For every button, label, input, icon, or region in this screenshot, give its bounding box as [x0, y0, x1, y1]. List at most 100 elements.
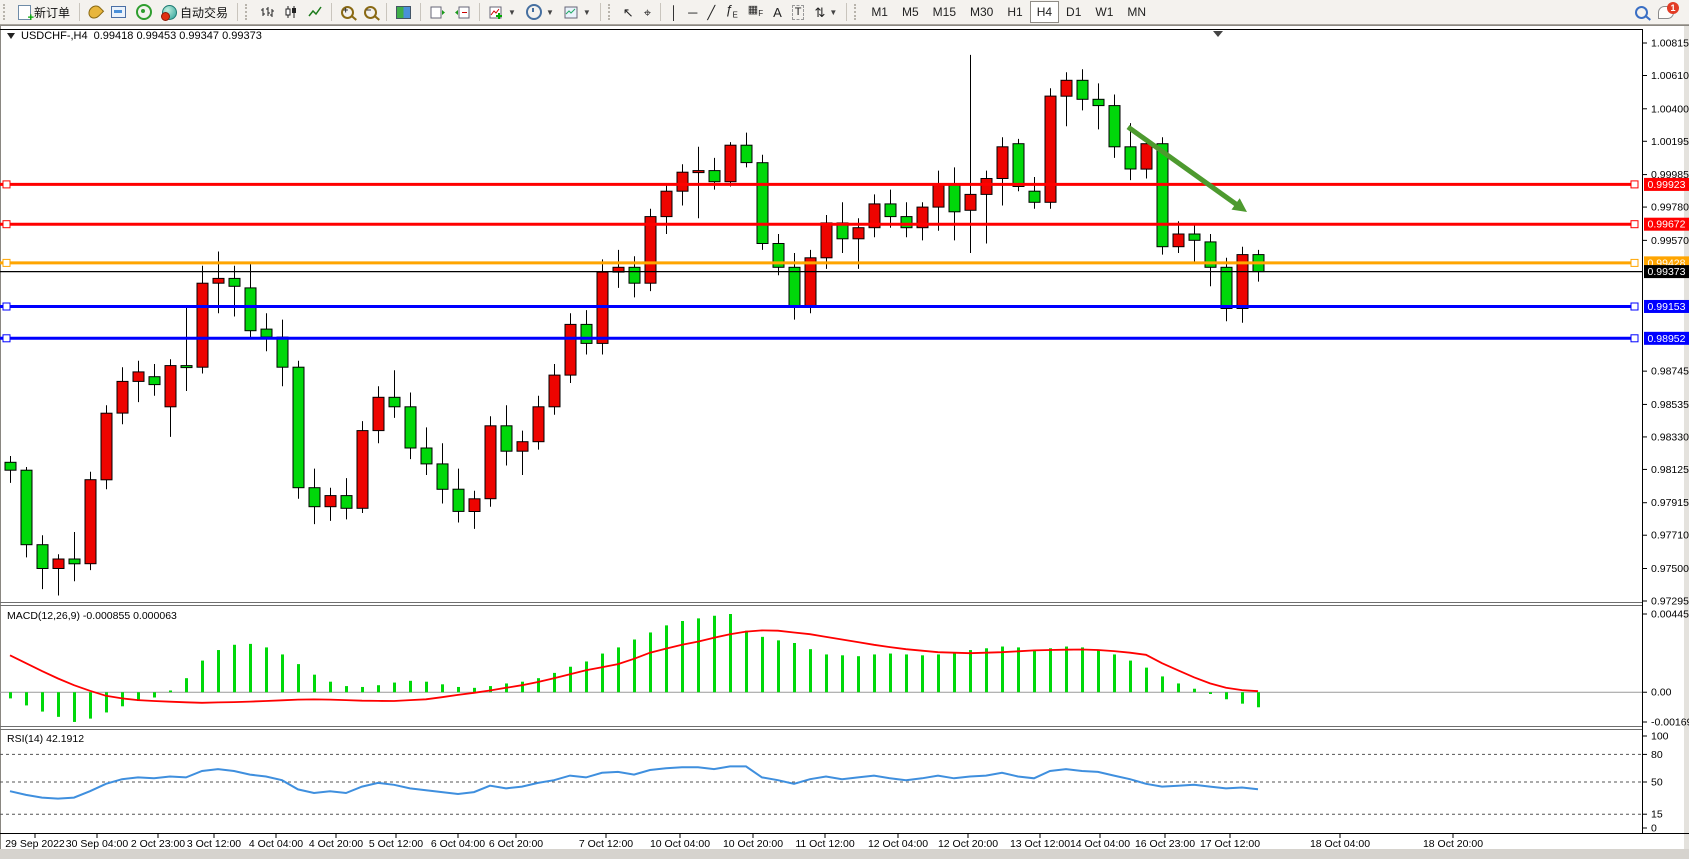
hline-handle[interactable] [3, 181, 10, 188]
dropdown-arrow-icon: ▼ [508, 8, 516, 17]
hline-handle[interactable] [3, 303, 10, 310]
timeframe-button-W1[interactable]: W1 [1088, 1, 1120, 23]
tile-windows-button[interactable] [391, 1, 416, 23]
price-axis-label: 0.97915 [1651, 497, 1689, 509]
dropdown-arrow-icon: ▼ [829, 8, 837, 17]
candle [437, 464, 448, 489]
chart-canvas[interactable]: 1.008151.006101.004001.001950.999850.997… [0, 0, 1689, 859]
price-axis-label: 1.00400 [1651, 103, 1689, 115]
price-axis-label: 1.00610 [1651, 70, 1689, 82]
candle [117, 381, 128, 413]
hline-handle[interactable] [1631, 181, 1638, 188]
horizontal-line-tool-button[interactable]: ─ [683, 1, 702, 23]
timeframe-button-M15[interactable]: M15 [926, 1, 963, 23]
indicators-button[interactable]: ▼ [484, 1, 521, 23]
horizontal-line-icon: ─ [688, 6, 697, 19]
candle [1029, 191, 1040, 202]
toolbar-grip[interactable] [608, 4, 614, 20]
cursor-tool-button[interactable]: ↖ [618, 1, 639, 23]
market-watch-button[interactable] [106, 1, 131, 23]
trendline-tool-button[interactable]: ╱ [702, 1, 720, 23]
rsi-indicator-label: RSI(14) 42.1912 [7, 733, 84, 745]
price-axis-label: 0.97295 [1651, 596, 1689, 608]
rsi-axis-label: 80 [1651, 749, 1663, 761]
new-order-button[interactable]: 新订单 [13, 1, 75, 23]
price-axis-label: 0.97500 [1651, 563, 1689, 575]
templates-button[interactable]: ▼ [559, 1, 596, 23]
chart-menu-icon[interactable] [7, 33, 15, 39]
candle [821, 223, 832, 258]
candle [485, 426, 496, 499]
time-axis-label: 10 Oct 20:00 [723, 838, 783, 850]
crosshair-tool-button[interactable]: ⌖ [639, 1, 656, 23]
grid-tool-button[interactable]: ▦F [743, 1, 768, 23]
vertical-line-tool-button[interactable]: │ [665, 1, 683, 23]
arrows-tool-button[interactable]: ⇅▼ [809, 1, 842, 23]
candle [965, 194, 976, 210]
time-axis-label: 5 Oct 12:00 [369, 838, 423, 850]
candle [1109, 106, 1120, 147]
fibonacci-tool-button[interactable]: ƒE [720, 1, 743, 23]
hline-handle[interactable] [3, 221, 10, 228]
candle [293, 367, 304, 488]
time-axis-label: 11 Oct 12:00 [795, 838, 855, 850]
notifications-button[interactable]: 1 [1653, 1, 1679, 23]
zoom-in-button[interactable]: + [336, 1, 359, 23]
timeframe-button-M30[interactable]: M30 [963, 1, 1000, 23]
lighter-button[interactable] [84, 1, 106, 23]
candle [661, 191, 672, 216]
signals-button[interactable] [131, 1, 157, 23]
time-axis-label: 12 Oct 20:00 [938, 838, 998, 850]
rsi-name: RSI(14) [7, 733, 43, 745]
time-axis-label: 10 Oct 04:00 [650, 838, 710, 850]
text-label-tool-button[interactable]: T [787, 1, 810, 23]
candle [5, 462, 16, 470]
candle [1173, 234, 1184, 247]
search-button[interactable] [1630, 1, 1653, 23]
timeframe-group: M1M5M15M30H1H4D1W1MN [864, 1, 1153, 23]
candle [1141, 144, 1152, 169]
candle [373, 397, 384, 430]
bar-chart-button[interactable] [255, 1, 279, 23]
line-chart-button[interactable] [303, 1, 327, 23]
text-tool-button[interactable]: A [768, 1, 787, 23]
time-axis-label: 18 Oct 20:00 [1423, 838, 1483, 850]
hline-handle[interactable] [1631, 221, 1638, 228]
candle [405, 407, 416, 448]
notification-badge: 1 [1667, 2, 1679, 14]
separator [846, 3, 847, 21]
timeframe-button-D1[interactable]: D1 [1059, 1, 1088, 23]
candle [309, 488, 320, 507]
timeframe-button-M5[interactable]: M5 [895, 1, 926, 23]
hline-handle[interactable] [1631, 259, 1638, 266]
timeframe-button-H1[interactable]: H1 [1000, 1, 1029, 23]
price-axis-label: 0.98125 [1651, 464, 1689, 476]
auto-scroll-button[interactable] [425, 1, 450, 23]
candlestick-chart-button[interactable] [279, 1, 303, 23]
candle [1013, 144, 1024, 187]
hline-handle[interactable] [1631, 335, 1638, 342]
templates-icon [564, 6, 579, 19]
price-tag-label: 0.99153 [1648, 301, 1686, 313]
hline-handle[interactable] [1631, 303, 1638, 310]
auto-trading-button[interactable]: 自动交易 [157, 1, 233, 23]
toolbar-grip[interactable] [245, 4, 251, 20]
timeframe-button-H4[interactable]: H4 [1030, 1, 1059, 23]
candle [1189, 234, 1200, 240]
timeframe-button-MN[interactable]: MN [1120, 1, 1153, 23]
text-label-icon: T [792, 5, 805, 20]
time-axis-label: 4 Oct 04:00 [249, 838, 303, 850]
candle [997, 147, 1008, 179]
timeframe-button-M1[interactable]: M1 [864, 1, 895, 23]
toolbar-grip[interactable] [854, 4, 860, 20]
chart-shift-button[interactable] [450, 1, 475, 23]
toolbar-grip[interactable] [3, 4, 9, 20]
zoom-out-button[interactable]: − [359, 1, 382, 23]
candle [213, 278, 224, 283]
new-order-icon [18, 5, 31, 20]
periods-button[interactable]: ▼ [521, 1, 559, 23]
hline-handle[interactable] [3, 335, 10, 342]
time-axis-label: 16 Oct 23:00 [1135, 838, 1195, 850]
crosshair-icon: ⌖ [644, 6, 651, 19]
hline-handle[interactable] [3, 259, 10, 266]
